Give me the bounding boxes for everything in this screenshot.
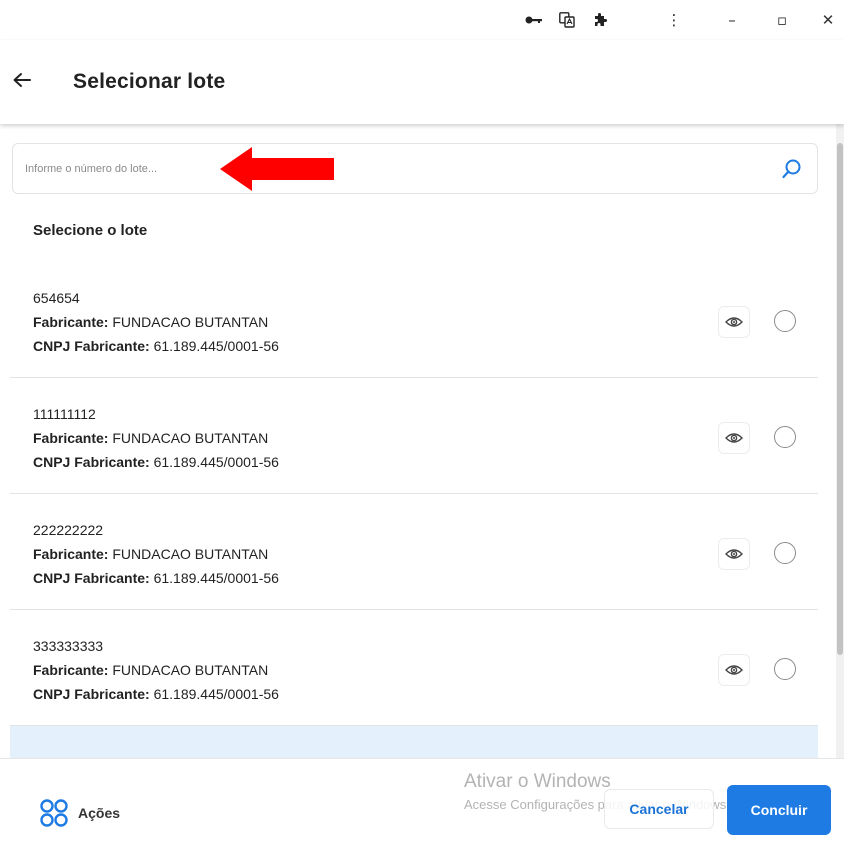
select-radio[interactable] <box>774 542 796 564</box>
cnpj-value: 61.189.445/0001-56 <box>153 454 279 470</box>
fabricante-label: Fabricante: <box>33 314 109 330</box>
fabricante-line: Fabricante: FUNDACAO BUTANTAN <box>33 546 268 562</box>
fabricante-label: Fabricante: <box>33 546 109 562</box>
cancel-button[interactable]: Cancelar <box>604 789 714 829</box>
fabricante-line: Fabricante: FUNDACAO BUTANTAN <box>33 314 268 330</box>
fabricante-value: FUNDACAO BUTANTAN <box>112 546 269 562</box>
fabricante-label: Fabricante: <box>33 430 109 446</box>
search-icon[interactable] <box>781 158 803 180</box>
close-icon[interactable]: ✕ <box>814 8 842 32</box>
minimize-icon[interactable]: – <box>718 8 746 32</box>
list-item[interactable]: 222222222 Fabricante: FUNDACAO BUTANTAN … <box>10 494 818 610</box>
content-scroll-area[interactable]: Selecione o lote 654654 Fabricante: FUND… <box>0 124 836 758</box>
cnpj-line: CNPJ Fabricante: 61.189.445/0001-56 <box>33 338 279 354</box>
section-title: Selecione o lote <box>33 222 148 239</box>
list-item[interactable]: 111111112 Fabricante: FUNDACAO BUTANTAN … <box>10 378 818 494</box>
scrollbar-thumb[interactable] <box>837 143 843 655</box>
cnpj-value: 61.189.445/0001-56 <box>153 338 279 354</box>
eye-icon[interactable] <box>718 654 750 686</box>
lot-list: 654654 Fabricante: FUNDACAO BUTANTAN CNP… <box>10 262 818 758</box>
footer-bar: Ações Ativar o Windows Acesse Configuraç… <box>0 758 844 850</box>
cnpj-line: CNPJ Fabricante: 61.189.445/0001-56 <box>33 570 279 586</box>
cnpj-label: CNPJ Fabricante: <box>33 570 150 586</box>
restore-icon[interactable]: ▫ <box>768 8 796 32</box>
puzzle-icon[interactable] <box>588 8 612 32</box>
lot-number: 222222222 <box>33 522 104 538</box>
list-item-partial[interactable] <box>10 726 818 758</box>
cnpj-label: CNPJ Fabricante: <box>33 454 150 470</box>
cnpj-label: CNPJ Fabricante: <box>33 338 150 354</box>
search-box <box>12 143 818 194</box>
lot-number: 654654 <box>33 290 80 306</box>
cnpj-line: CNPJ Fabricante: 61.189.445/0001-56 <box>33 454 279 470</box>
select-radio[interactable] <box>774 658 796 680</box>
kebab-menu-icon[interactable]: ⋮ <box>662 8 686 32</box>
eye-icon[interactable] <box>718 306 750 338</box>
key-icon[interactable] <box>522 8 546 32</box>
arrow-left-icon[interactable] <box>8 66 36 94</box>
grid-icon <box>38 797 70 829</box>
translate-icon[interactable] <box>555 8 579 32</box>
search-input[interactable] <box>25 158 745 180</box>
lot-number: 111111112 <box>33 406 96 422</box>
cnpj-value: 61.189.445/0001-56 <box>153 570 279 586</box>
confirm-button[interactable]: Concluir <box>727 785 831 835</box>
actions-button[interactable]: Ações <box>38 797 120 829</box>
fabricante-value: FUNDACAO BUTANTAN <box>112 430 269 446</box>
browser-toolbar: ⋮ – ▫ ✕ <box>0 0 844 40</box>
fabricante-line: Fabricante: FUNDACAO BUTANTAN <box>33 662 268 678</box>
eye-icon[interactable] <box>718 422 750 454</box>
fabricante-line: Fabricante: FUNDACAO BUTANTAN <box>33 430 268 446</box>
list-item[interactable]: 654654 Fabricante: FUNDACAO BUTANTAN CNP… <box>10 262 818 378</box>
select-radio[interactable] <box>774 310 796 332</box>
page-title: Selecionar lote <box>73 70 226 93</box>
cnpj-line: CNPJ Fabricante: 61.189.445/0001-56 <box>33 686 279 702</box>
annotation-arrow-icon <box>218 143 336 195</box>
fabricante-label: Fabricante: <box>33 662 109 678</box>
fabricante-value: FUNDACAO BUTANTAN <box>112 662 269 678</box>
fabricante-value: FUNDACAO BUTANTAN <box>112 314 269 330</box>
eye-icon[interactable] <box>718 538 750 570</box>
cnpj-label: CNPJ Fabricante: <box>33 686 150 702</box>
select-radio[interactable] <box>774 426 796 448</box>
lot-number: 333333333 <box>33 638 104 654</box>
actions-label: Ações <box>78 805 121 821</box>
list-item[interactable]: 333333333 Fabricante: FUNDACAO BUTANTAN … <box>10 610 818 726</box>
cnpj-value: 61.189.445/0001-56 <box>153 686 279 702</box>
page-header: Selecionar lote <box>0 40 844 124</box>
